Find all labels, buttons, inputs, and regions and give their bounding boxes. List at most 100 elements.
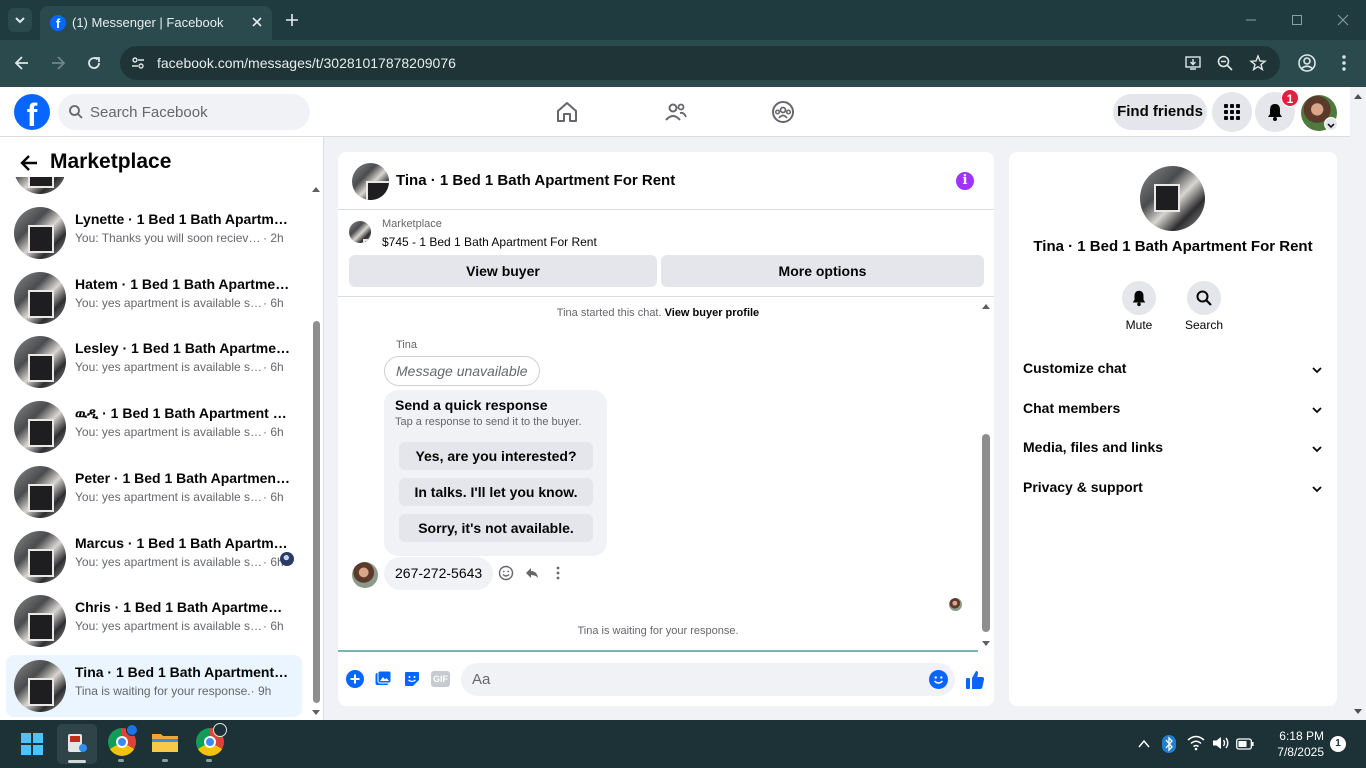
conversation-title: ዉዲ · 1 Bed 1 Bath Apartment For Rent (75, 405, 290, 421)
gif-icon[interactable]: GIF (431, 671, 450, 687)
maximize-icon[interactable] (1289, 12, 1305, 28)
mute-button[interactable] (1122, 281, 1156, 315)
photo-icon[interactable] (374, 670, 392, 688)
sidebar-scrollbar[interactable] (309, 183, 323, 719)
privacy-support-section[interactable]: Privacy & support (1023, 479, 1323, 499)
profile-icon[interactable] (1297, 53, 1317, 73)
menu-grid-icon[interactable] (1212, 92, 1252, 132)
browser-menu-icon[interactable] (1334, 53, 1354, 73)
info-thumbnail[interactable] (1140, 166, 1205, 231)
chrome-profile-app-icon[interactable] (196, 723, 227, 756)
sticker-icon[interactable] (403, 670, 421, 688)
browser-tab[interactable]: f (1) Messenger | Facebook (40, 6, 272, 40)
url-text: facebook.com/messages/t/3028101787820907… (157, 55, 456, 71)
facebook-logo-icon[interactable]: f (14, 94, 50, 130)
chrome-profile-badge-icon (126, 724, 138, 736)
more-options-button[interactable]: More options (661, 255, 984, 287)
show-hidden-icons-icon[interactable] (1137, 737, 1151, 751)
conversation-title: Marcus · 1 Bed 1 Bath Apartment For Rent (75, 535, 290, 551)
conversation-item[interactable]: Lesley · 1 Bed 1 Bath Apartment For Rent… (6, 331, 302, 393)
view-buyer-profile-link[interactable]: View buyer profile (665, 307, 760, 319)
groups-icon[interactable] (771, 100, 795, 124)
customize-chat-section[interactable]: Customize chat (1023, 360, 1323, 380)
listing-thumbnail (14, 466, 66, 518)
wifi-icon[interactable] (1187, 735, 1205, 751)
clock-date[interactable]: 7/8/2025 (1262, 745, 1324, 759)
reply-icon[interactable] (524, 565, 540, 581)
listing-thumbnail (14, 401, 66, 453)
conversation-item[interactable]: Hatem · 1 Bed 1 Bath Apartment For Rent Y… (6, 267, 302, 329)
close-window-icon[interactable] (1335, 12, 1351, 28)
back-arrow-icon[interactable] (18, 152, 40, 174)
back-icon[interactable] (12, 53, 32, 73)
account-chevron-icon[interactable] (1324, 117, 1338, 131)
message-input[interactable]: Aa (461, 663, 955, 696)
chat-members-section[interactable]: Chat members (1023, 400, 1323, 420)
notification-center-badge[interactable]: 1 (1330, 736, 1346, 752)
chevron-down-icon (1312, 367, 1322, 374)
zoom-icon[interactable] (1216, 54, 1234, 72)
listing-thumbnail (14, 595, 66, 647)
reload-icon[interactable] (84, 53, 104, 73)
listing-thumbnail (14, 177, 64, 194)
clock-time[interactable]: 6:18 PM (1262, 729, 1324, 743)
active-indicator (68, 760, 86, 763)
bluetooth-icon[interactable] (1162, 735, 1176, 753)
new-tab-icon[interactable] (282, 10, 302, 30)
chat-scrollbar[interactable] (979, 300, 993, 650)
partial-conversation-thumb[interactable] (12, 177, 64, 194)
snipping-tool-app[interactable] (57, 724, 97, 764)
react-emoji-icon[interactable] (498, 565, 514, 581)
volume-icon[interactable] (1212, 735, 1230, 751)
quick-reply-button[interactable]: In talks. I'll let you know. (399, 478, 593, 506)
more-actions-icon[interactable] (550, 565, 566, 581)
conversation-item[interactable]: Lynette · 1 Bed 1 Bath Apartment For Ren… (6, 202, 302, 264)
address-bar[interactable]: facebook.com/messages/t/3028101787820907… (120, 46, 1280, 80)
minimize-icon[interactable] (1243, 12, 1259, 28)
find-friends-button[interactable]: Find friends (1113, 94, 1207, 130)
listing-title[interactable]: $745 - 1 Bed 1 Bath Apartment For Rent (382, 235, 597, 249)
conversation-item[interactable]: Tina · 1 Bed 1 Bath Apartment For Rent Ti… (6, 655, 302, 717)
home-icon[interactable] (555, 100, 579, 124)
windows-start-icon[interactable] (21, 733, 43, 755)
windows-taskbar: 6:18 PM 7/8/2025 1 (0, 720, 1366, 768)
battery-icon[interactable] (1236, 737, 1254, 750)
tab-list-icon[interactable] (8, 8, 32, 32)
site-info-icon[interactable] (130, 55, 146, 71)
page-scrollbar[interactable] (1350, 87, 1366, 720)
conversation-title: Tina · 1 Bed 1 Bath Apartment For Rent (75, 664, 290, 680)
install-app-icon[interactable] (1184, 54, 1202, 72)
conversation-item[interactable]: Peter · 1 Bed 1 Bath Apartment For Rent Y… (6, 461, 302, 523)
preview-text: You: yes apartment is available share (75, 425, 263, 439)
conversation-item[interactable]: Marcus · 1 Bed 1 Bath Apartment For Rent… (6, 526, 302, 588)
listing-thumbnail[interactable] (349, 221, 371, 243)
preview-time: · 6h (263, 425, 284, 439)
chat-title[interactable]: Tina · 1 Bed 1 Bath Apartment For Rent (396, 172, 675, 189)
search-facebook-input[interactable]: Search Facebook (58, 94, 310, 130)
bookmark-star-icon[interactable] (1249, 54, 1267, 72)
preview-text: You: yes apartment is available share (75, 490, 263, 504)
tab-close-icon[interactable] (248, 13, 266, 31)
forward-icon[interactable] (48, 53, 68, 73)
conversation-item[interactable]: Chris · 1 Bed 1 Bath Apartment For Rent Y… (6, 590, 302, 652)
quick-reply-button[interactable]: Sorry, it's not available. (399, 514, 593, 542)
file-explorer-icon[interactable] (151, 730, 179, 754)
add-attachment-icon[interactable] (346, 670, 364, 688)
chrome-app-icon[interactable] (108, 724, 138, 756)
conversation-item[interactable]: ዉዲ · 1 Bed 1 Bath Apartment For Rent You:… (6, 396, 302, 458)
view-buyer-button[interactable]: View buyer (349, 255, 657, 287)
conversation-preview: You: yes apartment is available share · 6… (75, 425, 290, 439)
sender-avatar[interactable] (352, 562, 378, 588)
media-files-links-section[interactable]: Media, files and links (1023, 439, 1323, 459)
friends-icon[interactable] (664, 100, 688, 124)
sidebar-scroll-thumb[interactable] (313, 321, 320, 703)
chat-header-thumbnail[interactable] (352, 163, 389, 200)
search-placeholder: Search Facebook (90, 104, 208, 121)
chat-scroll-thumb[interactable] (982, 434, 990, 632)
quick-reply-button[interactable]: Yes, are you interested? (399, 442, 593, 470)
thumbs-up-icon[interactable] (964, 669, 986, 691)
search-in-chat-button[interactable] (1187, 281, 1221, 315)
info-icon[interactable]: i (956, 172, 974, 190)
phone-message-bubble[interactable]: 267-272-5643 (384, 557, 494, 590)
emoji-icon[interactable] (929, 670, 948, 689)
